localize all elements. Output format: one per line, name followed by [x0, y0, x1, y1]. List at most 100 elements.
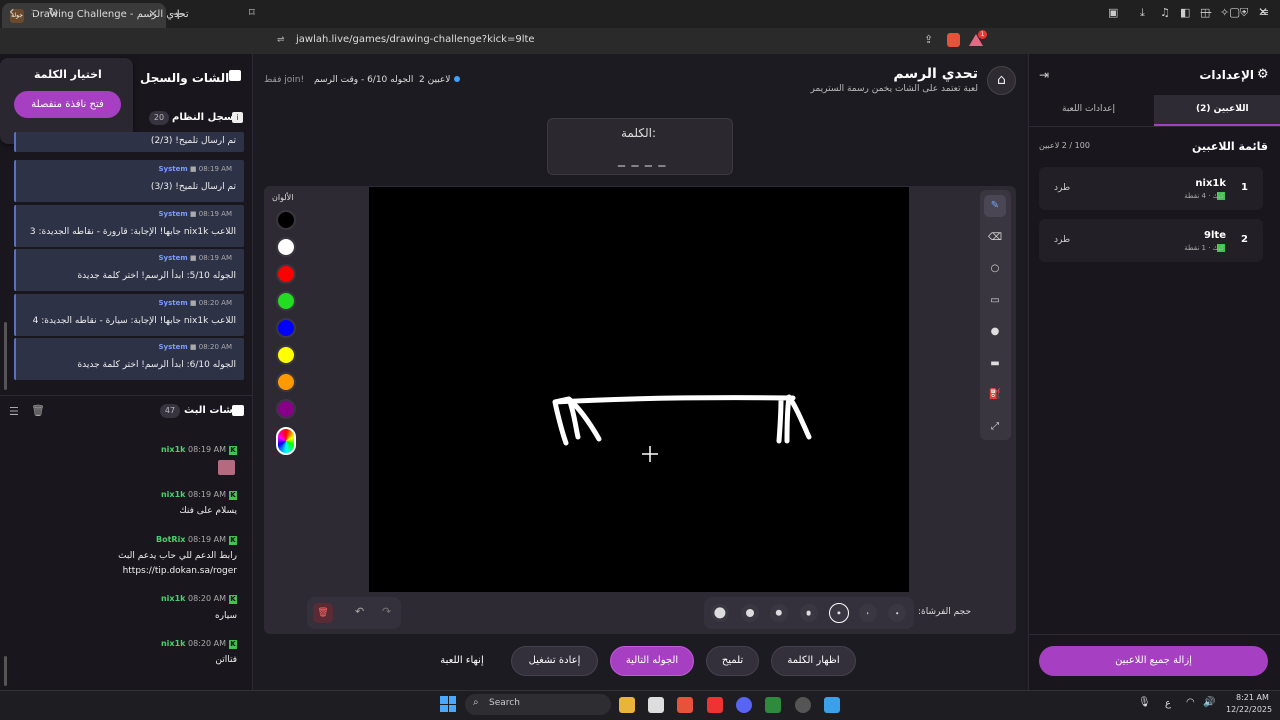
volume-icon[interactable]: 🔊	[1203, 697, 1215, 708]
maximize-icon[interactable]: ▢	[1229, 5, 1240, 19]
brush-size-option[interactable]	[888, 604, 906, 622]
extension-icon[interactable]: ▣	[1108, 6, 1118, 19]
rectangle-icon[interactable]: ▭	[984, 290, 1006, 312]
delete-drawing-button[interactable]: 🗑	[313, 603, 333, 623]
vpn-icon[interactable]: ⛨	[1240, 6, 1248, 20]
close-tab-icon[interactable]: ✕	[148, 7, 158, 21]
tab-settings[interactable]: إعدادات اللعبة	[1062, 104, 1115, 114]
undo-icon[interactable]: ↶	[355, 605, 364, 618]
color-swatch[interactable]	[276, 210, 296, 230]
stream-chat-icon	[232, 405, 244, 416]
chat-scrollbar[interactable]	[4, 656, 7, 686]
media-icon[interactable]: ♫	[1160, 6, 1170, 19]
brush-size-option[interactable]	[770, 604, 788, 622]
mic-icon[interactable]: 🎙	[1138, 697, 1151, 708]
brave-shield-icon[interactable]	[947, 33, 960, 47]
app-icon-2[interactable]	[824, 697, 840, 713]
leo-icon[interactable]: ✧	[1220, 6, 1229, 19]
sidebar-toggle-icon[interactable]: ◧	[1180, 6, 1190, 19]
chat-message: يسلام على فنك	[179, 506, 237, 516]
file-explorer-icon[interactable]	[619, 697, 635, 713]
search-placeholder: Search	[489, 698, 520, 708]
brush-size-option[interactable]	[858, 604, 877, 622]
taskbar-search[interactable]	[465, 694, 611, 715]
home-button[interactable]: ⌂	[987, 66, 1016, 95]
drawing-canvas[interactable]	[369, 187, 909, 592]
store-icon[interactable]	[648, 697, 664, 713]
brush-size-option[interactable]	[829, 603, 849, 623]
color-swatch[interactable]	[276, 318, 296, 338]
reload-icon[interactable]: ↻	[48, 5, 58, 19]
color-swatch[interactable]	[276, 264, 296, 284]
menu-icon[interactable]: ≡	[1260, 6, 1269, 19]
color-swatch[interactable]	[276, 345, 296, 365]
share-icon[interactable]: ⇪	[924, 33, 933, 46]
browser-tab[interactable]: جولة Drawing Challenge - تحدي الرسم ✕	[2, 3, 189, 28]
color-swatch[interactable]	[276, 372, 296, 392]
taskbar	[0, 690, 1280, 720]
clock-date: 12/22/2025	[1226, 705, 1273, 714]
color-swatch[interactable]	[276, 291, 296, 311]
line-icon[interactable]: ⤢	[984, 416, 1006, 438]
fill-bucket-icon[interactable]: ⛽	[984, 384, 1006, 406]
kick-player-button[interactable]: طرد	[1054, 183, 1070, 193]
filled-circle-icon[interactable]: ●	[984, 321, 1006, 343]
chat-meta: Knix1k 08:19 AM	[160, 445, 237, 455]
download-icon[interactable]: ⤓	[1140, 6, 1145, 20]
log-entry: System ■ 08:19 AM اللاعب nix1k جابها! ال…	[14, 205, 244, 247]
settings-title: الإعدادات	[1199, 68, 1254, 82]
system-log-title: سجل النظام	[172, 112, 234, 123]
new-tab-icon[interactable]: +	[172, 5, 185, 23]
colors-label: الألوان	[272, 193, 294, 202]
end-game-button[interactable]: إنهاء اللعبة	[426, 646, 498, 676]
youtube-icon[interactable]	[707, 697, 723, 713]
eraser-icon[interactable]: ⌫	[984, 227, 1006, 249]
game-title: تحدي الرسم	[893, 66, 978, 82]
brush-size-option[interactable]	[711, 604, 729, 622]
log-scrollbar[interactable]	[4, 322, 7, 390]
divider	[1028, 634, 1280, 635]
search-icon: ⌕	[473, 697, 479, 708]
site-info-icon[interactable]: ⇌	[277, 35, 285, 45]
color-swatch[interactable]	[276, 399, 296, 419]
spreadsheet-icon[interactable]	[765, 697, 781, 713]
app-icon[interactable]	[795, 697, 811, 713]
language-indicator[interactable]: ع	[1165, 698, 1171, 709]
tab-players-label: اللاعبين (2)	[1196, 104, 1249, 114]
wifi-icon[interactable]: ◠	[1186, 697, 1195, 708]
chat-meta: Knix1k 08:20 AM	[160, 594, 237, 604]
chat-link[interactable]: https://tip.dokan.sa/roger	[123, 566, 237, 576]
back-icon[interactable]: ‹	[9, 4, 15, 20]
log-entry: تم ارسال تلميح! (2/3)	[14, 132, 244, 152]
remove-all-players-button[interactable]: إزالة جميع اللاعبين	[1039, 646, 1268, 676]
kick-player-button[interactable]: طرد	[1054, 235, 1070, 245]
clock-time: 8:21 AM	[1236, 693, 1269, 702]
hint-button[interactable]: تلميح	[706, 646, 759, 676]
brush-size-option[interactable]	[740, 604, 759, 622]
wallet-icon[interactable]: ◫	[1200, 6, 1210, 19]
gear-icon: ⚙	[1257, 67, 1269, 82]
restart-button[interactable]: إعادة تشغيل	[511, 646, 598, 676]
emote-image	[218, 460, 235, 475]
circle-icon[interactable]: ○	[984, 258, 1006, 280]
forward-icon[interactable]: ›	[30, 4, 36, 20]
custom-color-picker[interactable]	[276, 427, 296, 455]
list-view-icon[interactable]: ☰	[9, 405, 19, 418]
filled-rect-icon[interactable]: ▬	[984, 353, 1006, 375]
players-count: 100 / 2 لاعبين	[1039, 141, 1090, 150]
divider	[1028, 126, 1280, 127]
bookmark-icon[interactable]: ⌑	[249, 6, 255, 19]
show-word-button[interactable]: اظهار الكلمة	[771, 646, 856, 676]
brave-taskbar-icon[interactable]	[677, 697, 693, 713]
start-icon[interactable]	[440, 696, 456, 712]
stream-chat-title: شات البث	[184, 405, 233, 416]
next-round-button[interactable]: الجوله التالية	[610, 646, 694, 676]
pencil-icon[interactable]: ✎	[984, 195, 1006, 217]
collapse-panel-icon[interactable]: ⇥	[1039, 68, 1049, 82]
clear-chat-icon[interactable]: 🗑	[31, 404, 45, 417]
brush-size-option[interactable]	[799, 604, 818, 622]
color-swatch[interactable]	[276, 237, 296, 257]
discord-icon[interactable]	[736, 697, 752, 713]
redo-icon[interactable]: ↷	[382, 605, 391, 618]
open-window-button[interactable]: فتح نافذة منفصلة	[14, 91, 121, 118]
